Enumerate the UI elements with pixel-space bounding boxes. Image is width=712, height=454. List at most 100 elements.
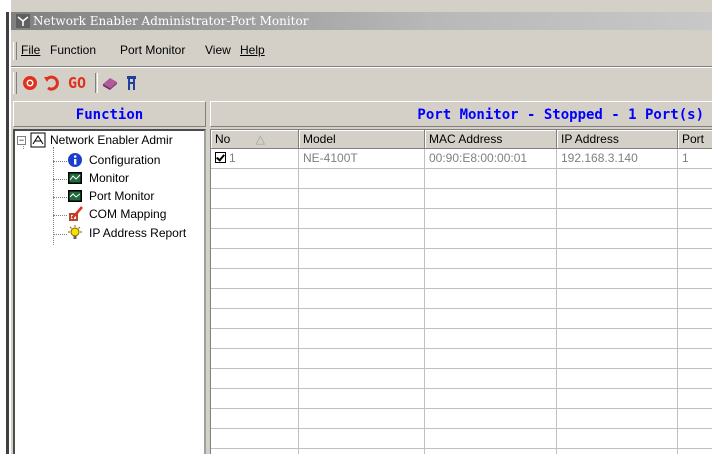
port-monitor-icon <box>68 190 82 202</box>
refresh-stop-button[interactable] <box>21 73 39 93</box>
port-list: No △ Model MAC Address IP Address Port 1… <box>210 129 712 454</box>
empty-row <box>211 209 712 229</box>
go-button[interactable]: GO <box>65 73 89 93</box>
settings-button[interactable] <box>101 73 119 93</box>
empty-cell <box>425 269 557 288</box>
empty-cell <box>299 289 425 308</box>
empty-cell <box>299 309 425 328</box>
empty-cell <box>211 189 299 208</box>
title-bar[interactable]: Network Enabler Administrator-Port Monit… <box>11 12 712 30</box>
undo-button[interactable] <box>43 73 61 93</box>
empty-row <box>211 249 712 269</box>
empty-cell <box>299 249 425 268</box>
empty-cell <box>678 429 712 448</box>
column-header-no[interactable]: No △ <box>211 130 299 149</box>
menubar-grip[interactable] <box>13 42 17 60</box>
menu-function[interactable]: Function <box>50 43 96 57</box>
tree-root-network-enabler[interactable]: − Network Enabler Admir <box>17 131 175 149</box>
row-no: 1 <box>229 151 236 165</box>
info-icon <box>68 153 82 167</box>
empty-cell <box>211 169 299 188</box>
port-monitor-header: Port Monitor - Stopped - 1 Port(s) <box>210 101 712 127</box>
empty-cell <box>678 229 712 248</box>
empty-cell <box>299 349 425 368</box>
empty-cell <box>211 209 299 228</box>
empty-cell <box>678 309 712 328</box>
menu-file[interactable]: File <box>21 43 40 57</box>
column-header-port[interactable]: Port <box>678 130 712 149</box>
empty-cell <box>299 429 425 448</box>
empty-cell <box>678 449 712 454</box>
empty-cell <box>425 249 557 268</box>
empty-cell <box>557 449 678 454</box>
empty-cell <box>211 329 299 348</box>
empty-row <box>211 269 712 289</box>
collapse-icon[interactable]: − <box>17 135 26 145</box>
empty-cell <box>211 289 299 308</box>
empty-cell <box>678 329 712 348</box>
column-header-mac-address[interactable]: MAC Address <box>425 130 557 149</box>
empty-cell <box>425 309 557 328</box>
empty-cell <box>425 409 557 428</box>
function-panel-header: Function <box>13 101 206 127</box>
empty-cell <box>557 209 678 228</box>
menu-help[interactable]: Help <box>240 43 265 57</box>
tree-item-port-monitor[interactable]: Port Monitor <box>67 187 157 205</box>
empty-cell <box>678 189 712 208</box>
lightbulb-icon <box>68 225 82 239</box>
empty-cell <box>211 449 299 454</box>
empty-cell <box>299 209 425 228</box>
empty-cell <box>299 229 425 248</box>
function-tree: − Network Enabler Admir Configuration Mo… <box>13 129 206 454</box>
cell-ip-address: 192.168.3.140 <box>557 149 678 168</box>
menu-view[interactable]: View <box>205 43 231 57</box>
menu-help-label: Help <box>240 43 265 57</box>
empty-cell <box>425 349 557 368</box>
menu-port-monitor[interactable]: Port Monitor <box>120 43 185 57</box>
empty-cell <box>425 369 557 388</box>
undo-arrow-icon <box>44 75 59 91</box>
empty-cell <box>211 269 299 288</box>
tree-item-ip-address-report[interactable]: IP Address Report <box>67 224 188 242</box>
empty-cell <box>425 329 557 348</box>
cell-model: NE-4100T <box>299 149 425 168</box>
empty-cell <box>557 349 678 368</box>
refresh-stop-icon <box>23 76 37 90</box>
row-checkbox[interactable] <box>215 152 226 163</box>
empty-cell <box>425 449 557 454</box>
empty-cell <box>678 349 712 368</box>
empty-cell <box>299 409 425 428</box>
network-enabler-app-icon <box>16 14 30 28</box>
empty-cell <box>211 349 299 368</box>
empty-row <box>211 229 712 249</box>
network-enabler-icon <box>30 132 46 148</box>
table-row[interactable]: 1 NE-4100T 00:90:E8:00:00:01 192.168.3.1… <box>211 149 712 169</box>
tree-item-configuration[interactable]: Configuration <box>67 151 162 169</box>
empty-cell <box>211 429 299 448</box>
tree-item-label: COM Mapping <box>89 207 167 221</box>
empty-cell <box>211 309 299 328</box>
empty-row <box>211 289 712 309</box>
toolbar-grip[interactable] <box>13 72 17 94</box>
tree-item-label: Monitor <box>89 171 130 185</box>
toolbar-separator <box>95 73 98 93</box>
com-mapping-icon <box>69 206 83 221</box>
exit-button[interactable] <box>123 73 141 93</box>
tree-root-label: Network Enabler Admir <box>50 133 173 147</box>
monitor-icon <box>68 172 82 184</box>
empty-cell <box>557 429 678 448</box>
empty-cell <box>678 269 712 288</box>
tree-item-com-mapping[interactable]: COM Mapping <box>67 205 168 223</box>
column-header-ip-address[interactable]: IP Address <box>557 130 678 149</box>
column-headers: No △ Model MAC Address IP Address Port <box>211 130 712 149</box>
window-title: Network Enabler Administrator-Port Monit… <box>33 14 309 28</box>
menu-bar: File Function Port Monitor View Help <box>11 30 712 66</box>
column-header-model[interactable]: Model <box>299 130 425 149</box>
tree-item-monitor[interactable]: Monitor <box>67 169 131 187</box>
empty-cell <box>299 369 425 388</box>
empty-cell <box>557 249 678 268</box>
empty-row <box>211 349 712 369</box>
port-monitor-panel: Port Monitor - Stopped - 1 Port(s) No △ … <box>210 101 712 454</box>
empty-row <box>211 389 712 409</box>
empty-cell <box>425 289 557 308</box>
